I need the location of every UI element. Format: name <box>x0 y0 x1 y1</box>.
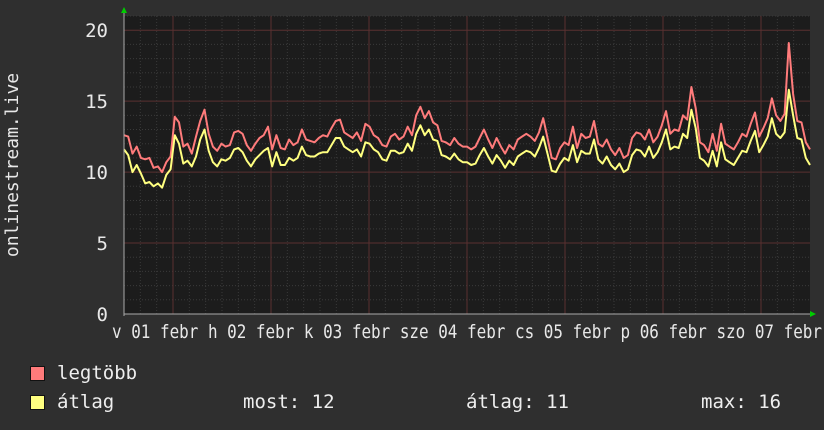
y-axis-label: onlinestream.live <box>2 73 23 257</box>
legend-avg-swatch <box>30 395 45 410</box>
y-axis-arrow-icon <box>121 7 127 13</box>
stat-max: max: 16 <box>701 391 782 413</box>
legend-avg: átlag <box>30 391 114 413</box>
x-tick-labels: v 01 febr h 02 febr k 03 febr sze 04 feb… <box>112 321 822 343</box>
y-tick-label: 5 <box>97 233 108 255</box>
stat-average: átlag: 11 <box>466 391 569 413</box>
stat-now: most: 12 <box>243 391 335 413</box>
legend-max: legtöbb <box>30 362 137 384</box>
y-tick-label: 15 <box>85 91 108 113</box>
legend-avg-label: átlag <box>57 391 115 413</box>
y-axis: 0 5 10 15 20 <box>85 20 108 326</box>
y-tick-label: 0 <box>97 304 108 326</box>
legend-max-label: legtöbb <box>57 362 138 384</box>
legend-max-swatch <box>30 366 45 381</box>
y-tick-label: 10 <box>85 162 108 184</box>
y-tick-label: 20 <box>85 20 108 42</box>
x-axis-arrow-icon <box>810 311 816 317</box>
